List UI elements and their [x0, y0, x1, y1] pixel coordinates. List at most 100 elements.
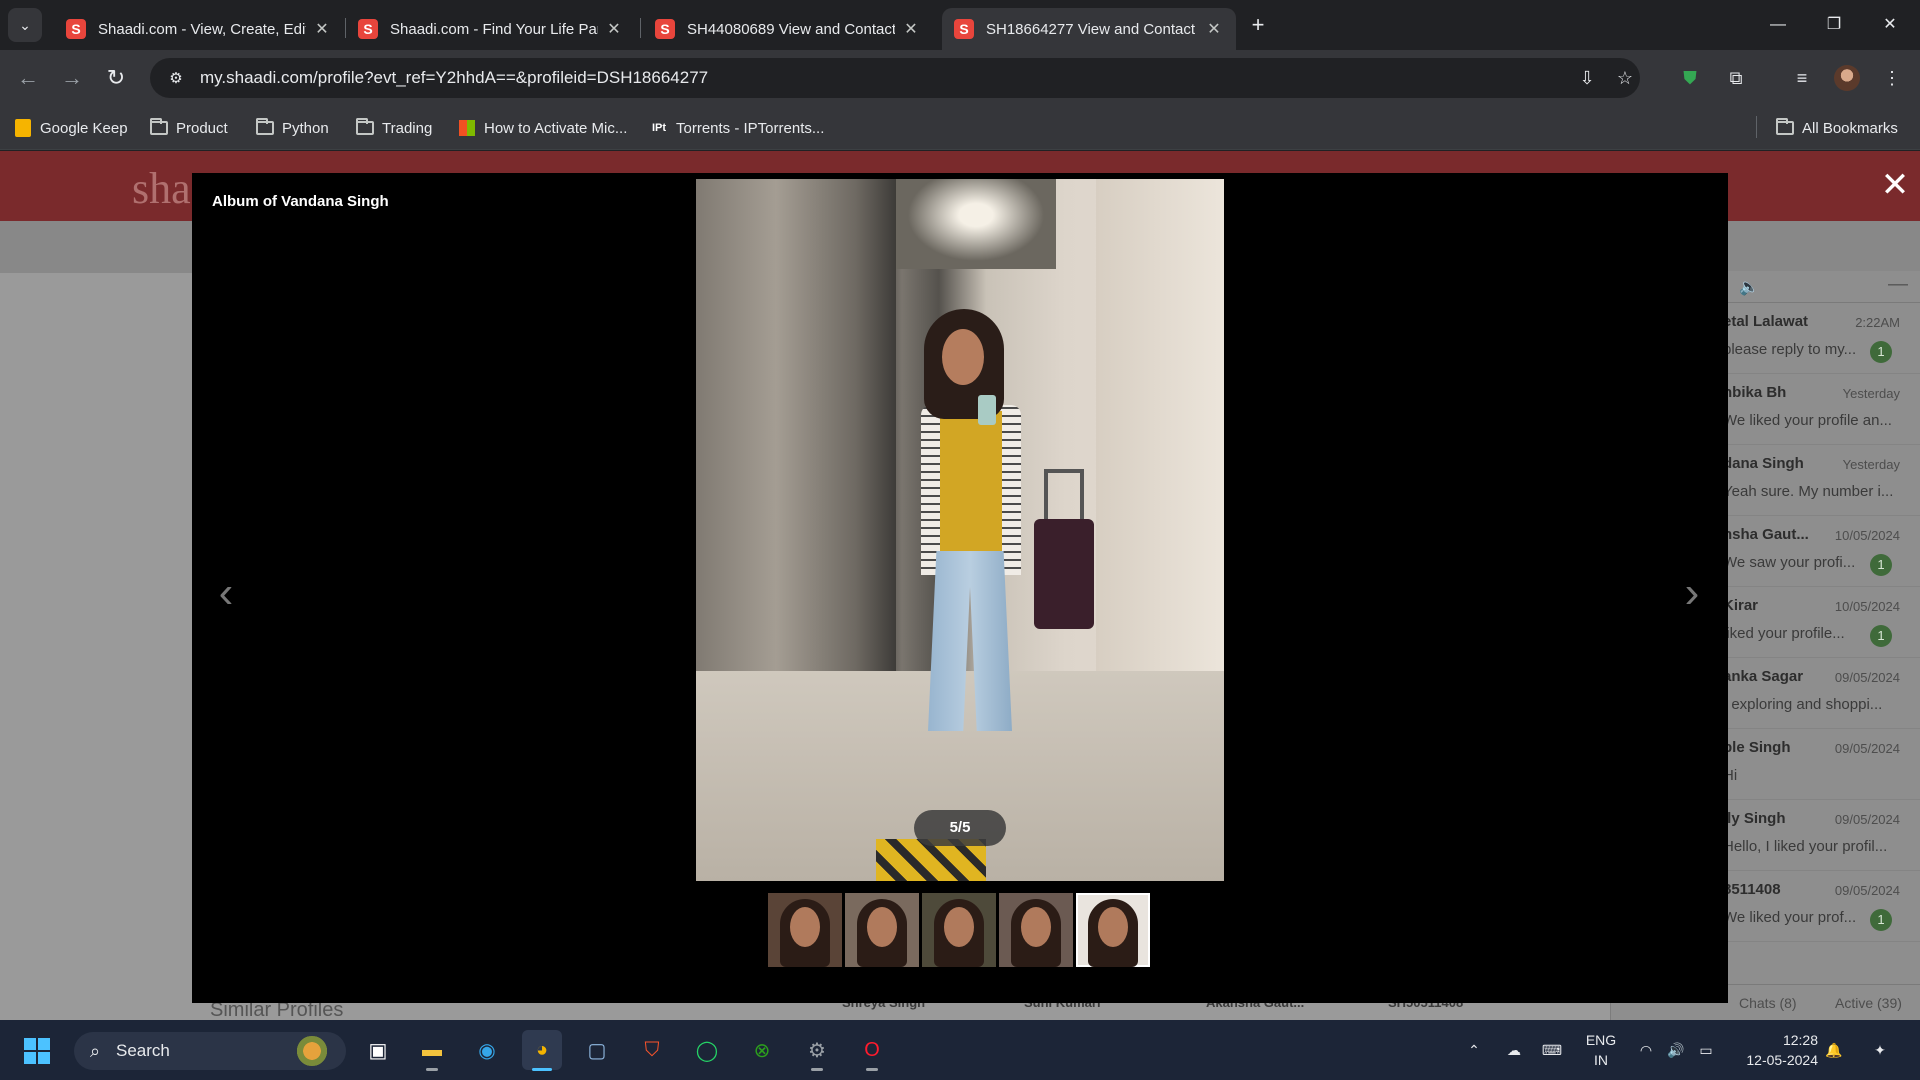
- close-window-button[interactable]: ✕: [1870, 10, 1910, 40]
- bookmark-label: Google Keep: [40, 119, 128, 137]
- chat-message-preview: Hello, I liked your profil...: [1723, 838, 1888, 855]
- photo-thumbnail-3[interactable]: [922, 893, 996, 967]
- tab-3[interactable]: S SH44080689 View and Contact ✕: [643, 8, 933, 50]
- taskbar-clock[interactable]: 12:28 12-05-2024: [1738, 1030, 1818, 1070]
- bookmark-folder-product[interactable]: Product: [150, 116, 228, 140]
- app-icon[interactable]: ▢: [577, 1030, 617, 1070]
- unread-badge: 1: [1870, 909, 1892, 931]
- keyboard-icon[interactable]: ⌨: [1538, 1020, 1566, 1080]
- opera-icon[interactable]: O: [852, 1030, 892, 1071]
- tab-4-active[interactable]: S SH18664277 View and Contact ✕: [942, 8, 1236, 50]
- address-bar[interactable]: ⚙ my.shaadi.com/profile?evt_ref=Y2hhdA==…: [150, 58, 1640, 98]
- edge-icon[interactable]: ◉: [467, 1030, 507, 1070]
- chat-timestamp: Yesterday: [1842, 457, 1900, 472]
- all-bookmarks-button[interactable]: All Bookmarks: [1776, 116, 1898, 140]
- photo-thumbnail-5-selected[interactable]: [1076, 893, 1150, 967]
- media-control-icon[interactable]: ≡: [1786, 62, 1818, 94]
- thumbnail-strip: [768, 893, 1150, 967]
- chat-contact-name: dana Singh: [1723, 455, 1804, 472]
- bookmark-folder-python[interactable]: Python: [256, 116, 329, 140]
- install-app-icon[interactable]: ⇩: [1570, 58, 1604, 98]
- keep-icon: [14, 119, 32, 137]
- chat-timestamp: 09/05/2024: [1834, 670, 1900, 685]
- onedrive-error-icon[interactable]: ☁: [1500, 1020, 1528, 1080]
- battery-icon[interactable]: ▭: [1692, 1020, 1720, 1080]
- settings-icon[interactable]: ⚙: [797, 1030, 837, 1071]
- restore-button[interactable]: ❐: [1814, 10, 1854, 40]
- language-indicator[interactable]: ENG IN: [1582, 1030, 1620, 1070]
- tab-2[interactable]: S Shaadi.com - Find Your Life Part ✕: [346, 8, 636, 50]
- more-menu-icon[interactable]: ⋮: [1876, 62, 1908, 94]
- url-text[interactable]: my.shaadi.com/profile?evt_ref=Y2hhdA==&p…: [200, 68, 708, 88]
- active-tab[interactable]: Active (39): [1835, 995, 1902, 1011]
- bookmarks-bar: Google Keep Product Python Trading How t…: [0, 106, 1920, 150]
- chat-contact-name: nsha Gaut...: [1723, 526, 1809, 543]
- unread-badge: 1: [1870, 625, 1892, 647]
- clock-time: 12:28: [1782, 1032, 1818, 1048]
- whatsapp-icon[interactable]: ◯: [687, 1030, 727, 1070]
- windows-start-icon[interactable]: [24, 1038, 50, 1064]
- bookmark-activate-mic[interactable]: How to Activate Mic...: [458, 116, 627, 140]
- taskbar-search-label: Search: [116, 1041, 170, 1060]
- xbox-icon[interactable]: ⊗: [742, 1030, 782, 1070]
- photo-thumbnail-2[interactable]: [845, 893, 919, 967]
- bookmark-google-keep[interactable]: Google Keep: [14, 116, 128, 140]
- taskbar-search[interactable]: ⌕ Search: [74, 1032, 346, 1070]
- shaadi-favicon-icon: S: [358, 19, 378, 39]
- chat-timestamp: 2:22AM: [1855, 315, 1900, 330]
- bookmark-label: Trading: [382, 119, 433, 137]
- shield-extension-icon[interactable]: ⛊: [1674, 62, 1706, 94]
- minimize-chat-icon[interactable]: —: [1888, 273, 1908, 296]
- forward-button[interactable]: →: [56, 62, 88, 94]
- wifi-icon[interactable]: ◠: [1632, 1020, 1660, 1080]
- tab-title: Shaadi.com - Find Your Life Part: [390, 20, 598, 38]
- arrow-right-icon: →: [61, 65, 83, 90]
- bookmark-iptorrents[interactable]: IPt Torrents - IPTorrents...: [650, 116, 824, 140]
- task-view-icon[interactable]: ▣: [358, 1030, 398, 1070]
- volume-icon[interactable]: 🔊: [1662, 1020, 1690, 1080]
- brave-icon[interactable]: ⛉: [632, 1030, 672, 1070]
- tab-1[interactable]: S Shaadi.com - View, Create, Edit, ✕: [54, 8, 344, 50]
- bookmark-label: Product: [176, 119, 228, 137]
- minimize-icon: —: [1770, 16, 1786, 33]
- chat-contact-name: ily Singh: [1723, 810, 1786, 827]
- site-info-icon[interactable]: ⚙: [156, 69, 196, 87]
- extensions-puzzle-icon[interactable]: ⧉: [1720, 62, 1752, 94]
- reload-button[interactable]: ↻: [100, 62, 132, 94]
- close-tab-icon[interactable]: ✕: [604, 19, 624, 39]
- back-button[interactable]: ←: [12, 62, 44, 94]
- photo-thumbnail-1[interactable]: [768, 893, 842, 967]
- new-tab-button[interactable]: +: [1244, 12, 1272, 40]
- windows-taskbar: ⌕ Search ▣ ▬ ◉ ◕ ▢ ⛉ ◯ ⊗ ⚙ O ⌃ ☁ ⌨ ENG I…: [0, 1020, 1920, 1080]
- language-code: ENG: [1585, 1032, 1617, 1048]
- tab-title: SH18664277 View and Contact: [986, 20, 1196, 38]
- photo-counter: 5/5: [914, 810, 1006, 846]
- chats-tab[interactable]: Chats (8): [1739, 995, 1797, 1011]
- microsoft-icon: [458, 120, 476, 136]
- album-title: Album of Vandana Singh: [212, 193, 389, 210]
- folder-icon: [1776, 118, 1794, 136]
- close-tab-icon[interactable]: ✕: [901, 19, 921, 39]
- copilot-icon[interactable]: ✦: [1862, 1020, 1898, 1080]
- next-photo-button[interactable]: ›: [1672, 563, 1712, 623]
- show-hidden-icons-chevron-icon[interactable]: ⌃: [1460, 1020, 1488, 1080]
- sound-icon[interactable]: 🔈: [1739, 277, 1759, 297]
- chat-timestamp: 10/05/2024: [1834, 528, 1900, 543]
- close-tab-icon[interactable]: ✕: [312, 19, 332, 39]
- close-tab-icon[interactable]: ✕: [1204, 19, 1224, 39]
- bookmark-folder-trading[interactable]: Trading: [356, 116, 432, 140]
- file-explorer-icon[interactable]: ▬: [412, 1030, 452, 1071]
- chat-contact-name: etal Lalawat: [1723, 313, 1809, 330]
- notifications-bell-icon[interactable]: 🔔: [1820, 1020, 1848, 1080]
- bookmark-star-icon[interactable]: ☆: [1608, 58, 1642, 98]
- previous-photo-button[interactable]: ‹: [206, 563, 246, 623]
- tab-search-button[interactable]: ⌄: [8, 8, 42, 42]
- chevron-left-icon: ‹: [218, 568, 234, 617]
- site-logo[interactable]: sha: [132, 163, 191, 214]
- chrome-icon[interactable]: ◕: [522, 1030, 562, 1071]
- profile-avatar[interactable]: [1834, 65, 1860, 91]
- minimize-button[interactable]: —: [1758, 10, 1798, 40]
- photo-thumbnail-4[interactable]: [999, 893, 1073, 967]
- bookmark-label: Python: [282, 119, 329, 137]
- close-album-button[interactable]: ✕: [1878, 168, 1912, 202]
